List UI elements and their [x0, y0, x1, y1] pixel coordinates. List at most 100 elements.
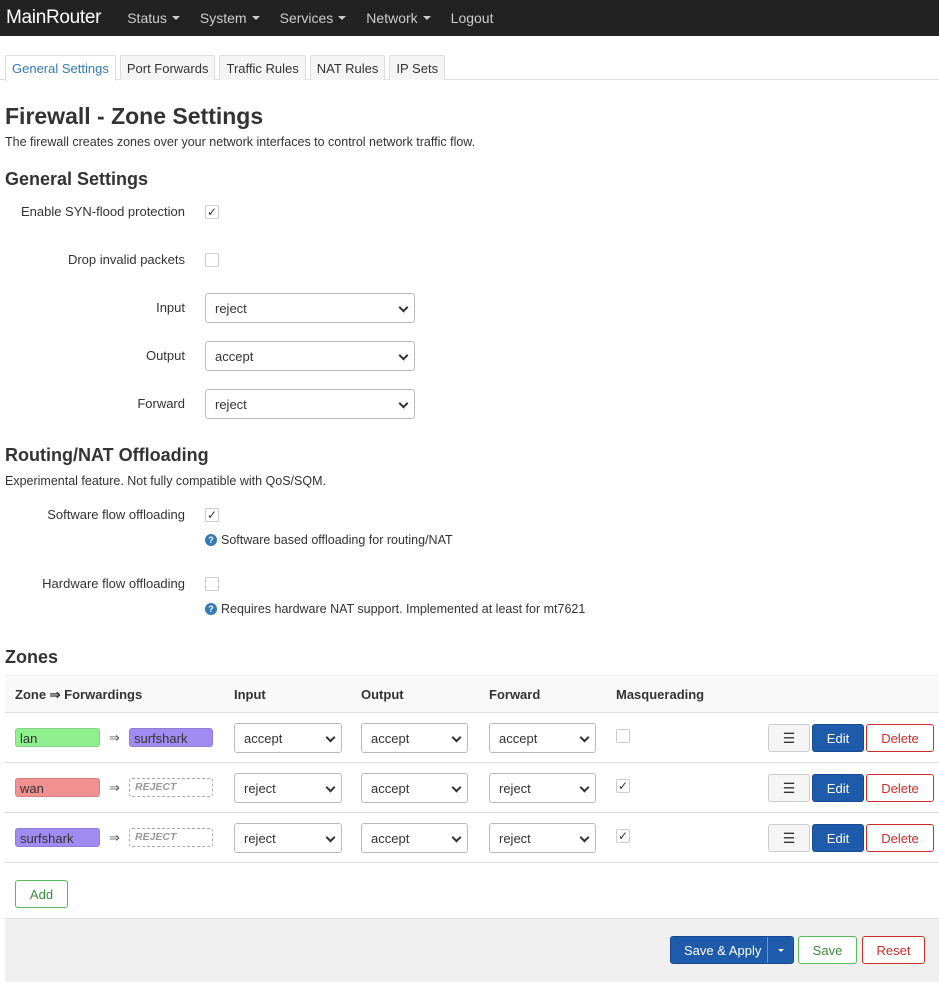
zone-menu-button[interactable]: ☰: [768, 824, 810, 852]
reject-badge: REJECT: [129, 778, 213, 797]
column-masquerading: Masquerading: [616, 687, 705, 702]
offloading-heading: Routing/NAT Offloading: [5, 445, 209, 465]
zone-output-select[interactable]: accept: [361, 773, 468, 803]
zones-table: Zone ⇒ Forwardings Input Output Forward …: [5, 675, 939, 863]
nav-network-label: Network: [366, 10, 418, 26]
hardware-offload-help-text: Requires hardware NAT support. Implement…: [221, 602, 586, 616]
zone-output-select[interactable]: accept: [361, 723, 468, 753]
check-icon: ✓: [617, 829, 629, 843]
check-icon: ✓: [617, 779, 629, 793]
drop-invalid-checkbox[interactable]: [205, 253, 219, 267]
nav-system-label: System: [199, 10, 247, 26]
brand-logo[interactable]: MainRouter: [6, 7, 102, 29]
delete-button[interactable]: Delete: [866, 824, 934, 852]
page-description: The firewall creates zones over your net…: [5, 135, 476, 149]
table-row: surfshark ⇒ REJECT reject accept reject …: [5, 813, 939, 863]
nav-status-label: Status: [127, 10, 167, 26]
chevron-down-icon: [451, 732, 462, 743]
zone-forward-value: reject: [499, 780, 531, 796]
chevron-down-icon: [251, 16, 260, 20]
zone-output-select[interactable]: accept: [361, 823, 468, 853]
nav-system[interactable]: System: [200, 10, 260, 26]
delete-button[interactable]: Delete: [866, 724, 934, 752]
zone-input-value: accept: [244, 730, 283, 746]
chevron-down-icon: [398, 350, 409, 361]
syn-flood-checkbox[interactable]: ✓: [205, 205, 219, 219]
zone-output-value: accept: [371, 730, 410, 746]
chevron-down-icon: [579, 782, 590, 793]
page-title: Firewall - Zone Settings: [5, 103, 264, 129]
forward-policy-label: Forward: [137, 396, 185, 411]
nav-network[interactable]: Network: [366, 10, 431, 26]
tab-traffic-rules[interactable]: Traffic Rules: [219, 55, 306, 80]
reset-button[interactable]: Reset: [862, 936, 925, 964]
zone-menu-button[interactable]: ☰: [768, 724, 810, 752]
zone-forward-select[interactable]: reject: [489, 773, 596, 803]
nav-logout[interactable]: Logout: [451, 10, 494, 26]
zone-input-select[interactable]: reject: [234, 823, 342, 853]
forward-policy-select[interactable]: reject: [205, 389, 415, 419]
general-settings-heading: General Settings: [5, 169, 149, 189]
column-forward: Forward: [489, 687, 541, 702]
zone-menu-button[interactable]: ☰: [768, 774, 810, 802]
hardware-offload-label: Hardware flow offloading: [42, 576, 185, 591]
help-icon: ?: [205, 603, 217, 615]
edit-button[interactable]: Edit: [812, 774, 864, 802]
hardware-offload-help: ? Requires hardware NAT support. Implemen…: [205, 602, 585, 616]
software-offload-checkbox[interactable]: ✓: [205, 508, 219, 522]
input-policy-select[interactable]: reject: [205, 293, 415, 323]
zone-input-select[interactable]: accept: [234, 723, 342, 753]
software-offload-label: Software flow offloading: [47, 507, 185, 522]
zone-badge-dest: surfshark: [129, 728, 213, 747]
masquerading-checkbox[interactable]: ✓: [616, 829, 630, 843]
save-apply-button[interactable]: Save & Apply: [670, 936, 794, 964]
offloading-description: Experimental feature. Not fully compatib…: [5, 474, 326, 488]
zone-forward-select[interactable]: accept: [489, 723, 596, 753]
forward-arrow: ⇒: [109, 780, 120, 795]
nav-services-label: Services: [279, 10, 334, 26]
zone-output-value: accept: [371, 830, 410, 846]
chevron-down-icon: [579, 832, 590, 843]
chevron-down-icon[interactable]: [778, 949, 784, 952]
drop-invalid-label: Drop invalid packets: [67, 252, 185, 267]
tab-general-settings[interactable]: General Settings: [5, 55, 116, 81]
output-policy-label: Output: [145, 348, 185, 363]
masquerading-checkbox[interactable]: [616, 729, 630, 743]
nav-status[interactable]: Status: [127, 10, 180, 26]
delete-button[interactable]: Delete: [866, 774, 934, 802]
reject-badge: REJECT: [129, 828, 213, 847]
zone-badge-wan: wan: [15, 778, 100, 797]
chevron-down-icon: [398, 302, 409, 313]
edit-button[interactable]: Edit: [812, 724, 864, 752]
edit-button[interactable]: Edit: [812, 824, 864, 852]
forward-policy-value: reject: [215, 396, 247, 412]
chevron-down-icon: [171, 16, 180, 20]
zone-input-value: reject: [244, 830, 276, 846]
chevron-down-icon: [325, 782, 336, 793]
tab-port-forwards[interactable]: Port Forwards: [119, 55, 216, 80]
save-button[interactable]: Save: [798, 936, 857, 964]
chevron-down-icon: [451, 782, 462, 793]
masquerading-checkbox[interactable]: ✓: [616, 779, 630, 793]
zone-input-select[interactable]: reject: [234, 773, 342, 803]
menu-icon: ☰: [782, 829, 796, 846]
zone-output-value: accept: [371, 780, 410, 796]
output-policy-select[interactable]: accept: [205, 341, 415, 371]
column-zone: Zone ⇒ Forwardings: [15, 687, 143, 702]
forward-arrow: ⇒: [109, 830, 120, 845]
tab-ip-sets[interactable]: IP Sets: [389, 55, 446, 80]
software-offload-help-text: Software based offloading for routing/NA…: [221, 533, 453, 547]
chevron-down-icon: [398, 398, 409, 409]
button-divider: [767, 937, 768, 963]
add-zone-button[interactable]: Add: [15, 880, 68, 908]
save-apply-label: Save & Apply: [684, 943, 762, 958]
zones-heading: Zones: [5, 647, 59, 667]
menu-icon: ☰: [782, 779, 796, 796]
syn-flood-label: Enable SYN-flood protection: [20, 204, 185, 219]
top-navbar: MainRouter Status System Services Networ…: [0, 0, 939, 36]
nav-services[interactable]: Services: [280, 10, 347, 26]
zone-forward-select[interactable]: reject: [489, 823, 596, 853]
tab-nat-rules[interactable]: NAT Rules: [309, 55, 386, 80]
hardware-offload-checkbox[interactable]: [205, 577, 219, 591]
input-policy-value: reject: [215, 300, 247, 316]
